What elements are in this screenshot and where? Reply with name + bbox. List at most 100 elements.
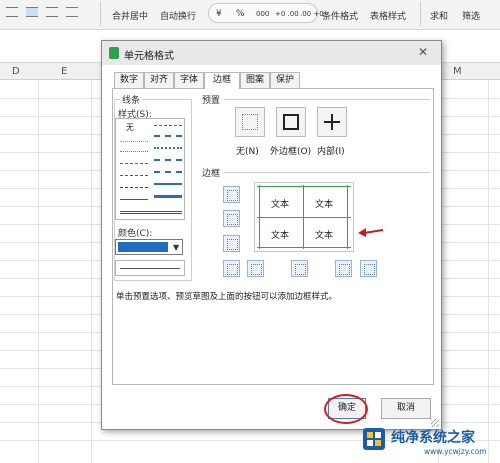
border-left-button[interactable] — [247, 260, 264, 277]
align-center-button[interactable] — [26, 0, 38, 24]
tab-border[interactable]: 边框 — [204, 72, 240, 89]
column-header-e[interactable]: E — [61, 66, 67, 77]
preset-divider — [224, 99, 430, 100]
preset-outline-label: 外边框(O) — [270, 147, 312, 157]
line-style-list[interactable]: 无 — [115, 118, 185, 220]
line-style-option[interactable] — [120, 199, 148, 200]
ribbon-divider — [100, 2, 101, 26]
line-color-swatch — [118, 242, 168, 252]
preview-border-top — [257, 186, 351, 187]
thousands-button[interactable]: 000 — [256, 10, 269, 18]
preview-border-right — [347, 185, 348, 249]
line-group-label: 线条 — [120, 93, 143, 106]
watermark: 纯净系统之家 www.ycwjzy.com — [360, 423, 500, 463]
line-style-option[interactable] — [154, 183, 182, 185]
wrap-text-button[interactable]: 自动换行 — [160, 9, 196, 22]
dialog-title: 单元格格式 — [124, 51, 174, 62]
dropdown-arrow-icon: ▼ — [173, 243, 180, 252]
spreadsheet-app-icon — [109, 47, 119, 59]
border-hint-text: 单击预置选项、预览草图及上面的按钮可以添加边框样式。 — [116, 292, 338, 302]
preview-cell-text: 文本 — [271, 200, 290, 210]
line-style-option[interactable] — [120, 151, 148, 152]
column-header-d[interactable]: D — [12, 66, 20, 77]
grid-column-line — [38, 80, 39, 463]
line-style-option[interactable] — [120, 163, 148, 164]
watermark-title: 纯净系统之家 — [391, 430, 475, 446]
preview-border-bottom — [257, 247, 351, 248]
merge-center-button[interactable]: 合并居中 — [112, 9, 148, 22]
line-style-option[interactable] — [120, 211, 182, 214]
line-style-none[interactable]: 无 — [126, 122, 134, 133]
preview-border-middle — [257, 217, 351, 218]
tab-alignment[interactable]: 对齐 — [144, 72, 174, 88]
sum-button[interactable]: 求和 — [430, 9, 448, 22]
align-right-button[interactable] — [46, 0, 58, 24]
border-right-button[interactable] — [335, 260, 352, 277]
cancel-button[interactable]: 取消 — [381, 398, 431, 419]
line-style-option[interactable] — [154, 195, 182, 198]
currency-button[interactable]: ¥ — [216, 9, 222, 19]
border-preview[interactable]: 文本 文本 文本 文本 — [254, 182, 354, 252]
line-style-option[interactable] — [120, 141, 148, 142]
border-diagonal-up-button[interactable] — [223, 260, 240, 277]
ribbon-toolbar: 合并居中 自动换行 ¥ % 000 +0 .00 .00 +0 条件格式 表格样… — [0, 0, 500, 30]
border-top-button[interactable] — [223, 186, 240, 203]
preset-none-button[interactable] — [235, 107, 265, 137]
dialog-titlebar[interactable]: 单元格格式 ✕ — [102, 41, 441, 65]
preview-border-left — [259, 185, 260, 249]
border-divider — [224, 172, 430, 173]
watermark-logo-icon — [363, 428, 385, 450]
preset-inside-label: 内部(I) — [317, 147, 345, 157]
line-color-dropdown[interactable]: ▼ — [115, 239, 183, 255]
line-color-label: 颜色(C): — [116, 226, 155, 239]
grid-column-line — [91, 80, 92, 463]
line-style-option[interactable] — [154, 159, 182, 161]
preset-group-label: 预置 — [200, 93, 223, 106]
table-style-button[interactable]: 表格样式 — [370, 9, 406, 22]
preset-none-label: 无(N) — [236, 147, 259, 157]
tab-pattern[interactable]: 图案 — [240, 72, 270, 88]
align-right-icon — [46, 7, 58, 17]
border-inner-horizontal-button[interactable] — [223, 210, 240, 227]
line-style-option[interactable] — [154, 125, 182, 126]
annotation-arrow-icon — [358, 228, 384, 237]
tab-number[interactable]: 数字 — [114, 72, 144, 88]
border-diagonal-down-button[interactable] — [360, 260, 377, 277]
justify-button[interactable] — [66, 0, 78, 24]
line-style-option[interactable] — [120, 187, 148, 188]
align-left-button[interactable] — [6, 0, 18, 24]
grid-column-line — [488, 80, 489, 463]
line-style-option[interactable] — [154, 147, 182, 149]
line-style-option[interactable] — [154, 135, 182, 137]
border-outline-icon — [283, 114, 299, 130]
line-style-option[interactable] — [120, 175, 148, 176]
justify-icon — [66, 7, 78, 17]
column-header-m[interactable]: M — [453, 66, 462, 77]
tab-protection[interactable]: 保护 — [270, 72, 300, 88]
filter-button[interactable]: 筛选 — [462, 9, 480, 22]
border-none-icon — [242, 114, 258, 130]
align-center-icon — [26, 7, 38, 17]
preview-cell-text: 文本 — [271, 231, 290, 241]
percent-button[interactable]: % — [236, 9, 245, 19]
increase-decimal-button[interactable]: +0 .00 — [275, 10, 299, 18]
border-inside-icon — [324, 114, 340, 130]
preset-inside-button[interactable] — [317, 107, 347, 137]
line-style-option[interactable] — [154, 171, 182, 173]
decrease-decimal-button[interactable]: .00 +0 — [300, 10, 324, 18]
preset-outline-button[interactable] — [276, 107, 306, 137]
tab-font[interactable]: 字体 — [174, 72, 204, 88]
conditional-format-button[interactable]: 条件格式 — [322, 9, 358, 22]
preview-cell-text: 文本 — [315, 231, 334, 241]
border-group-label: 边框 — [200, 166, 223, 179]
preview-border-center — [303, 185, 304, 249]
cell-format-dialog: 单元格格式 ✕ 数字 对齐 字体 边框 图案 保护 线条 样式(S): 无 颜色… — [101, 40, 442, 430]
watermark-url: www.ycwjzy.com — [424, 447, 487, 456]
close-icon[interactable]: ✕ — [418, 45, 428, 59]
align-left-icon — [6, 7, 18, 17]
ribbon-divider — [420, 2, 421, 26]
border-inner-vertical-button[interactable] — [291, 260, 308, 277]
highlight-circle — [324, 394, 368, 424]
border-bottom-button[interactable] — [223, 235, 240, 252]
preview-cell-text: 文本 — [315, 200, 334, 210]
